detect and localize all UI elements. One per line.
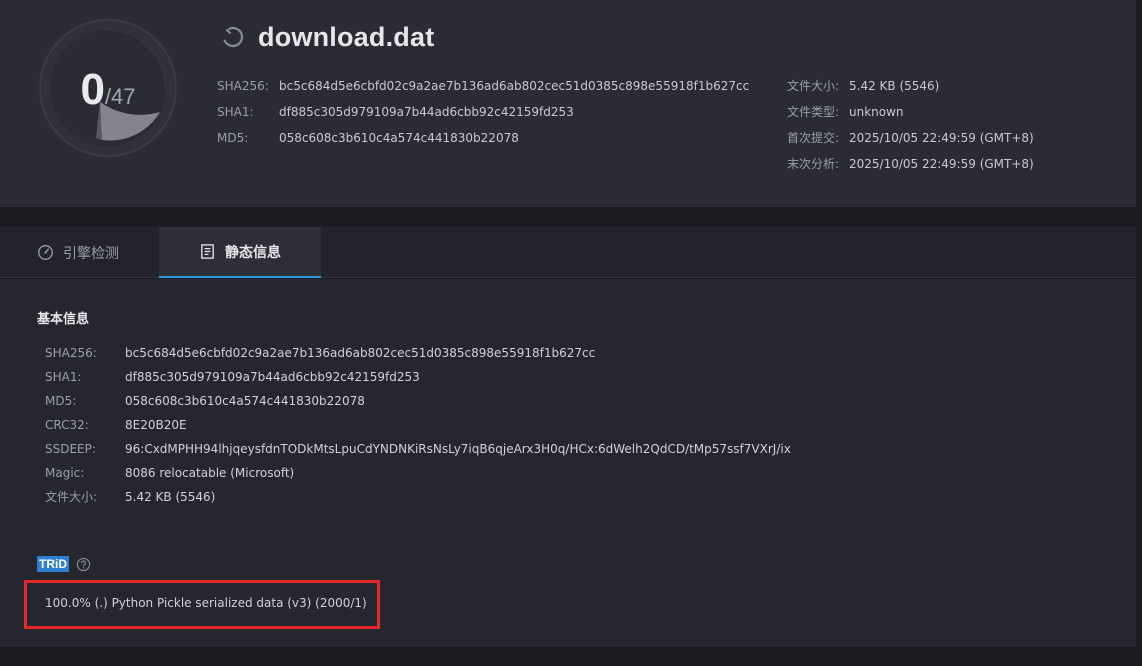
meta-value: 2025/10/05 22:49:59 (GMT+8) bbox=[849, 131, 1034, 145]
header-hash-sha256: SHA256: bc5c684d5e6cbfd02c9a2ae7b136ad6ab… bbox=[217, 78, 749, 94]
info-row-sha1: SHA1: df885c305d979109a7b44ad6cbb92c42159… bbox=[45, 369, 420, 385]
info-label: CRC32: bbox=[45, 418, 89, 432]
score-detected: 0 bbox=[80, 65, 105, 114]
hash-value: df885c305d979109a7b44ad6cbb92c42159fd253 bbox=[279, 105, 574, 119]
score-text: 0/47 bbox=[38, 65, 178, 115]
header-hash-sha1: SHA1: df885c305d979109a7b44ad6cbb92c42159… bbox=[217, 104, 574, 120]
info-label: Magic: bbox=[45, 466, 85, 480]
info-label: 文件大小: bbox=[45, 490, 98, 504]
info-row-crc32: CRC32: 8E20B20E bbox=[45, 417, 187, 433]
meta-label: 末次分析: bbox=[787, 157, 840, 171]
file-name: download.dat bbox=[258, 21, 435, 52]
detection-score-gauge: 0/47 bbox=[38, 18, 178, 158]
info-value: 96:CxdMPHH94lhjqeysfdnTODkMtsLpuCdYNDNKi… bbox=[125, 442, 791, 456]
report-tabs: 引擎检测 静态信息 bbox=[0, 227, 1136, 278]
document-icon bbox=[201, 244, 214, 259]
info-row-md5: MD5: 058c608c3b610c4a574c441830b22078 bbox=[45, 393, 365, 409]
hash-value: bc5c684d5e6cbfd02c9a2ae7b136ad6ab802cec5… bbox=[279, 79, 750, 93]
meta-value: 5.42 KB (5546) bbox=[849, 79, 940, 93]
question-circle-icon[interactable] bbox=[76, 557, 91, 572]
info-label: SHA256: bbox=[45, 346, 97, 360]
meta-value: 2025/10/05 22:49:59 (GMT+8) bbox=[849, 157, 1034, 171]
score-total: /47 bbox=[104, 84, 136, 109]
tab-label: 引擎检测 bbox=[63, 245, 119, 262]
meta-label: 文件大小: bbox=[787, 79, 840, 93]
trid-header: TRiD bbox=[37, 555, 91, 573]
info-label: SHA1: bbox=[45, 370, 82, 384]
meta-last-analysis: 末次分析: 2025/10/05 22:49:59 (GMT+8) bbox=[787, 156, 1034, 172]
trid-badge: TRiD bbox=[37, 556, 69, 572]
header-hash-md5: MD5: 058c608c3b610c4a574c441830b22078 bbox=[217, 130, 519, 146]
info-value: 8086 relocatable (Microsoft) bbox=[125, 466, 295, 480]
hash-label: SHA256: bbox=[217, 79, 269, 93]
tab-static-info[interactable]: 静态信息 bbox=[159, 227, 321, 278]
basic-info-title: 基本信息 bbox=[37, 312, 90, 327]
trid-result: 100.0% (.) Python Pickle serialized data… bbox=[45, 596, 367, 610]
meta-value: unknown bbox=[849, 105, 904, 119]
info-label: MD5: bbox=[45, 394, 77, 408]
info-label: SSDEEP: bbox=[45, 442, 96, 456]
tab-engine-detection[interactable]: 引擎检测 bbox=[37, 227, 119, 278]
meta-file-type: 文件类型: unknown bbox=[787, 104, 904, 120]
file-summary-header: 0/47 download.dat SHA256: bc5c684d5e6cbfd… bbox=[0, 0, 1136, 207]
loading-circle-icon bbox=[222, 26, 244, 48]
meta-label: 文件类型: bbox=[787, 105, 840, 119]
hash-value: 058c608c3b610c4a574c441830b22078 bbox=[279, 131, 519, 145]
static-info-panel: 基本信息 SHA256: bc5c684d5e6cbfd02c9a2ae7b136… bbox=[0, 279, 1136, 647]
meta-label: 首次提交: bbox=[787, 131, 840, 145]
file-title-row: download.dat bbox=[221, 20, 434, 54]
info-row-ssdeep: SSDEEP: 96:CxdMPHH94lhjqeysfdnTODkMtsLpuC… bbox=[45, 441, 791, 457]
hash-label: MD5: bbox=[217, 131, 249, 145]
info-row-magic: Magic: 8086 relocatable (Microsoft) bbox=[45, 465, 294, 481]
info-value: 058c608c3b610c4a574c441830b22078 bbox=[125, 394, 365, 408]
info-value: 8E20B20E bbox=[125, 418, 187, 432]
info-value: bc5c684d5e6cbfd02c9a2ae7b136ad6ab802cec5… bbox=[125, 346, 596, 360]
info-row-sha256: SHA256: bc5c684d5e6cbfd02c9a2ae7b136ad6ab… bbox=[45, 345, 595, 361]
meta-first-submission: 首次提交: 2025/10/05 22:49:59 (GMT+8) bbox=[787, 130, 1034, 146]
info-value: df885c305d979109a7b44ad6cbb92c42159fd253 bbox=[125, 370, 420, 384]
meta-file-size: 文件大小: 5.42 KB (5546) bbox=[787, 78, 939, 94]
trid-result-highlight: 100.0% (.) Python Pickle serialized data… bbox=[24, 580, 380, 629]
gauge-icon bbox=[38, 245, 53, 260]
info-row-file-size: 文件大小: 5.42 KB (5546) bbox=[45, 489, 215, 505]
hash-label: SHA1: bbox=[217, 105, 254, 119]
info-value: 5.42 KB (5546) bbox=[125, 490, 216, 504]
tab-label: 静态信息 bbox=[225, 244, 281, 261]
bottom-strip bbox=[0, 647, 1142, 666]
